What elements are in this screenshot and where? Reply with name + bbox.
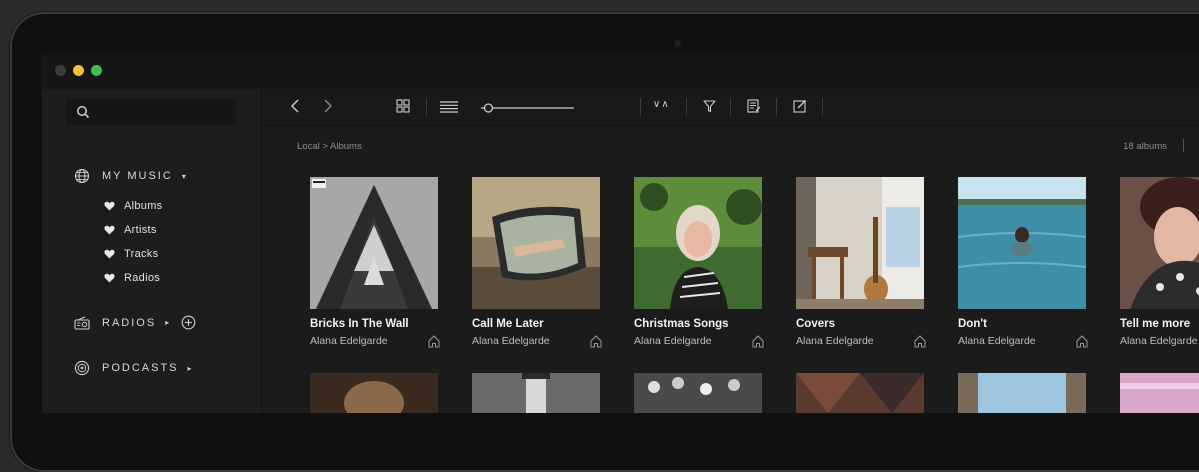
chevron-right-icon[interactable]: ▸	[188, 364, 192, 373]
album-title: Tell me more	[1120, 318, 1191, 330]
radio-icon	[74, 316, 90, 330]
toolbar-divider	[640, 98, 641, 116]
album-artist: Alana Edelgarde	[634, 335, 712, 347]
title-bar	[42, 53, 1199, 89]
album-title: Call Me Later	[472, 318, 544, 330]
add-radio-icon[interactable]	[181, 315, 196, 330]
section-my-music[interactable]: MY MUSIC ▾	[74, 168, 186, 184]
album-cover[interactable]	[796, 373, 924, 413]
album-title: Don't	[958, 318, 987, 330]
toolbar-divider	[776, 98, 777, 116]
section-podcasts[interactable]: PODCASTS ▸	[74, 360, 192, 376]
sidebar-item-tracks[interactable]: Tracks	[104, 248, 158, 260]
album-card[interactable]: Covers Alana Edelgarde	[796, 177, 926, 348]
breadcrumb[interactable]: Local > Albums	[297, 141, 362, 152]
album-artist: Alana Edelgarde	[472, 335, 550, 347]
search-icon	[77, 106, 90, 119]
sidebar-item-label: Tracks	[124, 248, 159, 260]
maximize-window-button[interactable]	[91, 65, 102, 76]
back-icon[interactable]	[290, 98, 302, 114]
album-cover[interactable]	[472, 177, 600, 309]
toolbar-divider	[730, 98, 731, 116]
toolbar-divider	[426, 98, 427, 116]
album-card[interactable]: Bricks In The Wall Alana Edelgarde	[310, 177, 440, 348]
heart-icon	[104, 225, 115, 235]
album-artist: Alana Edelgarde	[958, 335, 1036, 347]
heart-icon	[104, 273, 115, 283]
chevron-right-icon[interactable]: ▸	[165, 318, 169, 327]
heart-icon	[104, 249, 115, 259]
album-title: Covers	[796, 318, 835, 330]
album-artist: Alana Edelgarde	[796, 335, 874, 347]
toolbar-divider	[822, 98, 823, 116]
album-cover[interactable]	[958, 373, 1086, 413]
section-label: PODCASTS	[102, 362, 179, 374]
zoom-slider[interactable]	[476, 101, 576, 115]
edit-icon[interactable]	[793, 99, 807, 113]
album-cover[interactable]	[796, 177, 924, 309]
album-artist: Alana Edelgarde	[310, 335, 388, 347]
forward-icon[interactable]	[322, 98, 334, 114]
section-label: MY MUSIC	[102, 170, 173, 182]
toolbar-divider	[686, 98, 687, 116]
divider	[1183, 139, 1184, 152]
album-cover[interactable]	[310, 177, 438, 309]
search-input[interactable]	[66, 99, 236, 125]
album-card[interactable]: Christmas Songs Alana Edelgarde	[634, 177, 764, 348]
section-label: RADIOS	[102, 316, 157, 329]
grid-view-icon[interactable]	[396, 99, 410, 113]
album-artist: Alana Edelgarde	[1120, 335, 1198, 347]
album-title: Christmas Songs	[634, 318, 729, 330]
sort-toggle[interactable]: ∨∧	[653, 99, 670, 110]
album-cover[interactable]	[958, 177, 1086, 309]
list-view-icon[interactable]	[440, 101, 458, 113]
album-cover[interactable]	[1120, 177, 1199, 309]
heart-icon	[104, 201, 115, 211]
album-card[interactable]: Call Me Later Alana Edelgarde	[472, 177, 602, 348]
toolbar: ∨∧	[262, 89, 1199, 126]
app-window: MY MUSIC ▾ Albums Artists Tracks Radios	[42, 53, 1199, 413]
home-icon[interactable]	[752, 335, 764, 348]
webcam	[674, 40, 681, 47]
album-cover[interactable]	[472, 373, 600, 413]
sidebar-item-label: Artists	[124, 224, 157, 236]
globe-icon	[74, 168, 90, 184]
minimize-window-button[interactable]	[73, 65, 84, 76]
home-icon[interactable]	[914, 335, 926, 348]
chevron-down-icon[interactable]: ▾	[182, 172, 186, 181]
album-cover[interactable]	[310, 373, 438, 413]
section-radios[interactable]: RADIOS ▸	[74, 315, 196, 330]
album-count: 18 albums	[1123, 141, 1167, 152]
album-cover[interactable]	[634, 373, 762, 413]
main-content: ∨∧ Local > Albums 18 albums Bricks In Th…	[262, 89, 1199, 413]
album-card[interactable]: Tell me more Alana Edelgarde	[1120, 177, 1199, 347]
sidebar-item-albums[interactable]: Albums	[104, 200, 162, 212]
edit-list-icon[interactable]	[747, 99, 761, 113]
filter-icon[interactable]	[703, 100, 716, 113]
sidebar: MY MUSIC ▾ Albums Artists Tracks Radios	[42, 89, 262, 413]
home-icon[interactable]	[590, 335, 602, 348]
home-icon[interactable]	[428, 335, 440, 348]
album-cover[interactable]	[634, 177, 762, 309]
close-window-button[interactable]	[55, 65, 66, 76]
sidebar-item-radios[interactable]: Radios	[104, 272, 160, 284]
album-card[interactable]: Don't Alana Edelgarde	[958, 177, 1088, 348]
home-icon[interactable]	[1076, 335, 1088, 348]
album-title: Bricks In The Wall	[310, 318, 409, 330]
sidebar-item-label: Radios	[124, 272, 161, 284]
sidebar-item-artists[interactable]: Artists	[104, 224, 157, 236]
podcast-icon	[74, 360, 90, 376]
album-cover[interactable]	[1120, 373, 1199, 413]
sidebar-item-label: Albums	[124, 200, 163, 212]
